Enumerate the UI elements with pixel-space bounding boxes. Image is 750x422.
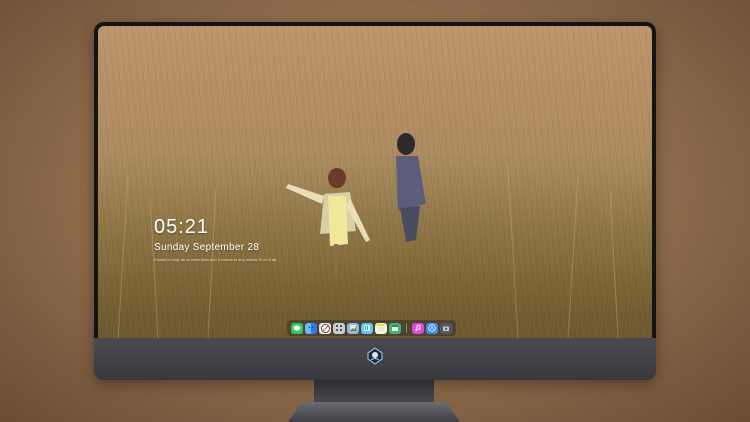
wallpaper-person-girl [286,168,370,274]
safari-icon[interactable] [319,322,331,334]
clock-date: Sunday September 28 [154,242,260,253]
monitor-stand-base [288,402,460,422]
messages-icon[interactable] [291,322,303,334]
finder-icon[interactable] [305,322,317,334]
screenshot-icon[interactable] [440,322,452,334]
imac-monitor: 05:21 Sunday September 28 Known to long … [94,22,656,380]
lyric-text: Known to long as us even miss you it com… [154,257,280,262]
notes-icon[interactable] [375,322,387,334]
itunes-icon[interactable] [412,322,424,334]
wallpaper-photo [117,133,619,338]
launchpad-icon[interactable] [333,322,345,334]
monitor-stand-neck [314,380,434,404]
app-store-icon[interactable] [426,322,438,334]
wallpaper-person-boy [396,133,426,242]
dock-separator [406,323,407,333]
preview-icon[interactable] [347,322,359,334]
desktop-screen: 05:21 Sunday September 28 Known to long … [98,26,652,338]
logo-icon [367,347,383,365]
lockscreen-clock: 05:21 Sunday September 28 Known to long … [154,216,279,262]
photos-icon[interactable] [361,322,373,334]
calendar-icon[interactable] [389,322,401,334]
monitor-chin [94,338,656,380]
clock-time: 05:21 [154,216,210,238]
dock [287,320,456,336]
